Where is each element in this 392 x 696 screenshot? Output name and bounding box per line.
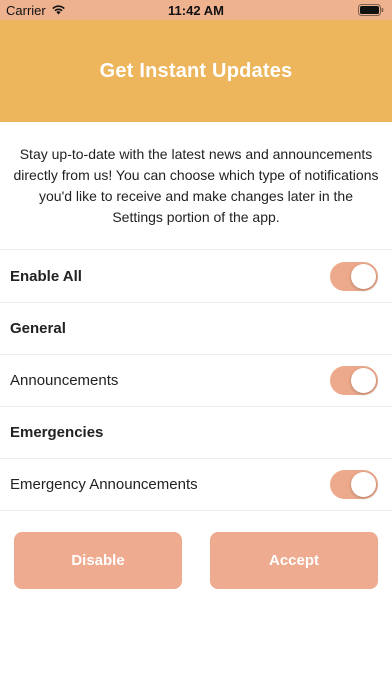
announcements-toggle[interactable] xyxy=(330,366,378,395)
general-label: General xyxy=(10,320,66,337)
intro-section: Stay up-to-date with the latest news and… xyxy=(0,122,392,250)
battery-icon xyxy=(358,4,384,19)
disable-button[interactable]: Disable xyxy=(14,532,182,589)
toggle-knob xyxy=(351,368,376,393)
emergencies-section-header: Emergencies xyxy=(0,407,392,459)
enable-all-row: Enable All xyxy=(0,251,392,303)
enable-all-toggle[interactable] xyxy=(330,262,378,291)
toggle-knob xyxy=(351,472,376,497)
status-bar: Carrier 11:42 AM xyxy=(0,0,392,20)
toggle-knob xyxy=(351,264,376,289)
enable-all-label: Enable All xyxy=(10,268,82,285)
emergency-announcements-row: Emergency Announcements xyxy=(0,459,392,511)
status-time: 11:42 AM xyxy=(168,3,224,18)
announcements-row: Announcements xyxy=(0,355,392,407)
general-section-header: General xyxy=(0,303,392,355)
emergencies-label: Emergencies xyxy=(10,424,104,441)
announcements-label: Announcements xyxy=(10,372,119,389)
intro-text: Stay up-to-date with the latest news and… xyxy=(13,145,379,225)
accept-button[interactable]: Accept xyxy=(210,532,378,589)
header-banner: Get Instant Updates xyxy=(0,20,392,122)
page-title: Get Instant Updates xyxy=(99,59,293,82)
emergency-announcements-label: Emergency Announcements xyxy=(10,476,198,493)
emergency-announcements-toggle[interactable] xyxy=(330,470,378,499)
